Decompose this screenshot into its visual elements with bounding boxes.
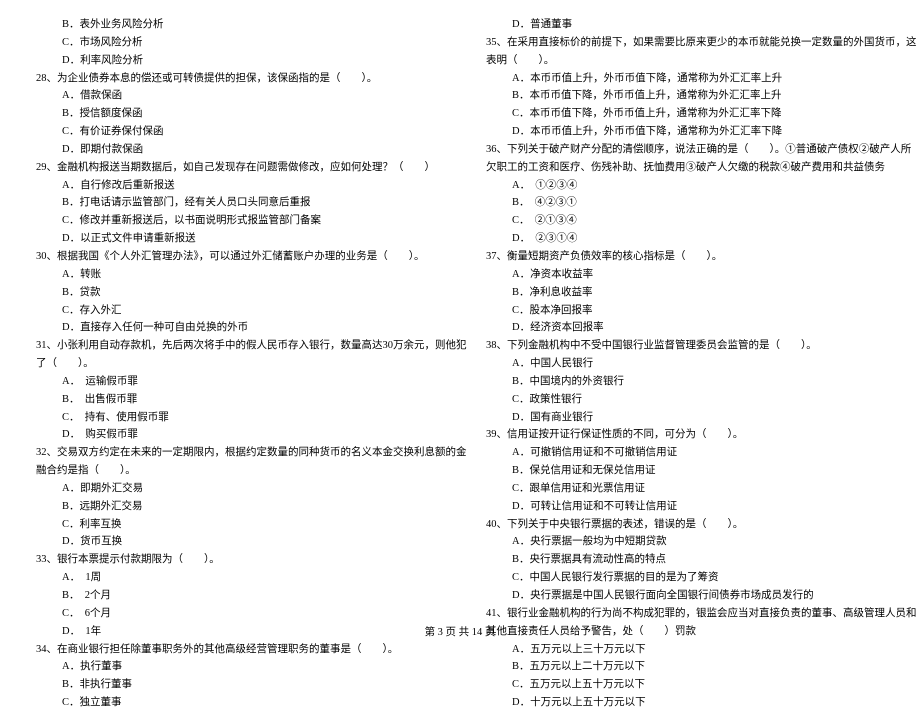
option: D．经济资本回报率 [474, 319, 896, 337]
option: B．授信额度保函 [24, 105, 446, 123]
option: C．政策性银行 [474, 391, 896, 409]
question-39: 39、信用证按开证行保证性质的不同，可分为（ ）。 [474, 426, 896, 444]
option: D．本币币值上升，外币币值下降，通常称为外汇汇率下降 [474, 123, 896, 141]
question-29: 29、金融机构报送当期数据后，如自己发现存在问题需做修改，应如何处理？（ ） [24, 159, 446, 177]
option: D． ②③①④ [474, 230, 896, 248]
option: D．央行票据是中国人民银行面向全国银行间债券市场成员发行的 [474, 587, 896, 605]
option: B． ④②③① [474, 194, 896, 212]
option: D．国有商业银行 [474, 409, 896, 427]
option: C． 6个月 [24, 605, 446, 623]
option: A．执行董事 [24, 658, 446, 676]
option: D．十万元以上五十万元以下 [474, 694, 896, 712]
option: B．中国境内的外资银行 [474, 373, 896, 391]
option: B．非执行董事 [24, 676, 446, 694]
option: A．转账 [24, 266, 446, 284]
option: C．五万元以上五十万元以下 [474, 676, 896, 694]
option: D．利率风险分析 [24, 52, 446, 70]
option: D．普通董事 [474, 16, 896, 34]
question-28: 28、为企业债券本息的偿还或可转债提供的担保，该保函指的是（ ）。 [24, 70, 446, 88]
option: C．中国人民银行发行票据的目的是为了筹资 [474, 569, 896, 587]
question-35-cont: 表明（ ）。 [474, 52, 896, 70]
left-column: B．表外业务风险分析 C．市场风险分析 D．利率风险分析 28、为企业债券本息的… [24, 16, 446, 712]
option: C．修改并重新报送后，以书面说明形式报监管部门备案 [24, 212, 446, 230]
right-column: D．普通董事 35、在采用直接标价的前提下，如果需要比原来更少的本币就能兑换一定… [474, 16, 896, 712]
option: A．五万元以上三十万元以下 [474, 641, 896, 659]
question-32-cont: 融合约是指（ ）。 [24, 462, 446, 480]
question-34: 34、在商业银行担任除董事职务外的其他高级经营管理职务的董事是（ ）。 [24, 641, 446, 659]
question-36: 36、下列关于破产财产分配的清偿顺序，说法正确的是（ ）。①普通破产债权②破产人… [474, 141, 896, 159]
option: A． ①②③④ [474, 177, 896, 195]
option: B．净利息收益率 [474, 284, 896, 302]
question-31-cont: 了（ ）。 [24, 355, 446, 373]
question-40: 40、下列关于中央银行票据的表述，错误的是（ ）。 [474, 516, 896, 534]
option: C． 持有、使用假币罪 [24, 409, 446, 427]
option: B．贷款 [24, 284, 446, 302]
option: C．有价证券保付保函 [24, 123, 446, 141]
question-33: 33、银行本票提示付款期限为（ ）。 [24, 551, 446, 569]
question-30: 30、根据我国《个人外汇管理办法》，可以通过外汇储蓄账户办理的业务是（ ）。 [24, 248, 446, 266]
question-31: 31、小张利用自动存款机，先后两次将手中的假人民币存入银行，数量高达30万余元，… [24, 337, 446, 355]
option: A．即期外汇交易 [24, 480, 446, 498]
option: D． 购买假币罪 [24, 426, 446, 444]
option: C．本币币值下降，外币币值上升，通常称为外汇汇率下降 [474, 105, 896, 123]
option: C．独立董事 [24, 694, 446, 712]
option: D．以正式文件申请重新报送 [24, 230, 446, 248]
question-37: 37、衡量短期资产负债效率的核心指标是（ ）。 [474, 248, 896, 266]
option: B．表外业务风险分析 [24, 16, 446, 34]
option: A．净资本收益率 [474, 266, 896, 284]
option: A．自行修改后重新报送 [24, 177, 446, 195]
option: D．直接存入任何一种可自由兑换的外币 [24, 319, 446, 337]
option: A． 运输假币罪 [24, 373, 446, 391]
option: B． 2个月 [24, 587, 446, 605]
option: C． ②①③④ [474, 212, 896, 230]
option: D．货币互换 [24, 533, 446, 551]
question-38: 38、下列金融机构中不受中国银行业监督管理委员会监管的是（ ）。 [474, 337, 896, 355]
option: B．打电话请示监管部门，经有关人员口头同意后重报 [24, 194, 446, 212]
option: A．可撤销信用证和不可撤销信用证 [474, 444, 896, 462]
question-32: 32、交易双方约定在未来的一定期限内，根据约定数量的同种货币的名义本金交换利息额… [24, 444, 446, 462]
option: B．远期外汇交易 [24, 498, 446, 516]
option: B．央行票据具有流动性高的特点 [474, 551, 896, 569]
option: C．股本净回报率 [474, 302, 896, 320]
option: A．中国人民银行 [474, 355, 896, 373]
option: B．本币币值下降，外币币值上升，通常称为外汇汇率上升 [474, 87, 896, 105]
option: A．央行票据一般均为中短期贷款 [474, 533, 896, 551]
option: A．本币币值上升，外币币值下降，通常称为外汇汇率上升 [474, 70, 896, 88]
option: D．即期付款保函 [24, 141, 446, 159]
option: B． 出售假币罪 [24, 391, 446, 409]
option: B．五万元以上二十万元以下 [474, 658, 896, 676]
option: A． 1周 [24, 569, 446, 587]
option: C．存入外汇 [24, 302, 446, 320]
option: C．利率互换 [24, 516, 446, 534]
question-41: 41、银行业金融机构的行为尚不构成犯罪的，银监会应当对直接负责的董事、高级管理人… [474, 605, 896, 623]
question-35: 35、在采用直接标价的前提下，如果需要比原来更少的本币就能兑换一定数量的外国货币… [474, 34, 896, 52]
option: A．借款保函 [24, 87, 446, 105]
question-36-cont: 欠职工的工资和医疗、伤残补助、抚恤费用③破产人欠缴的税款④破产费用和共益债务 [474, 159, 896, 177]
page-footer: 第 3 页 共 14 页 [0, 624, 920, 642]
option: D．可转让信用证和不可转让信用证 [474, 498, 896, 516]
option: B．保兑信用证和无保兑信用证 [474, 462, 896, 480]
option: C．市场风险分析 [24, 34, 446, 52]
option: C．跟单信用证和光票信用证 [474, 480, 896, 498]
